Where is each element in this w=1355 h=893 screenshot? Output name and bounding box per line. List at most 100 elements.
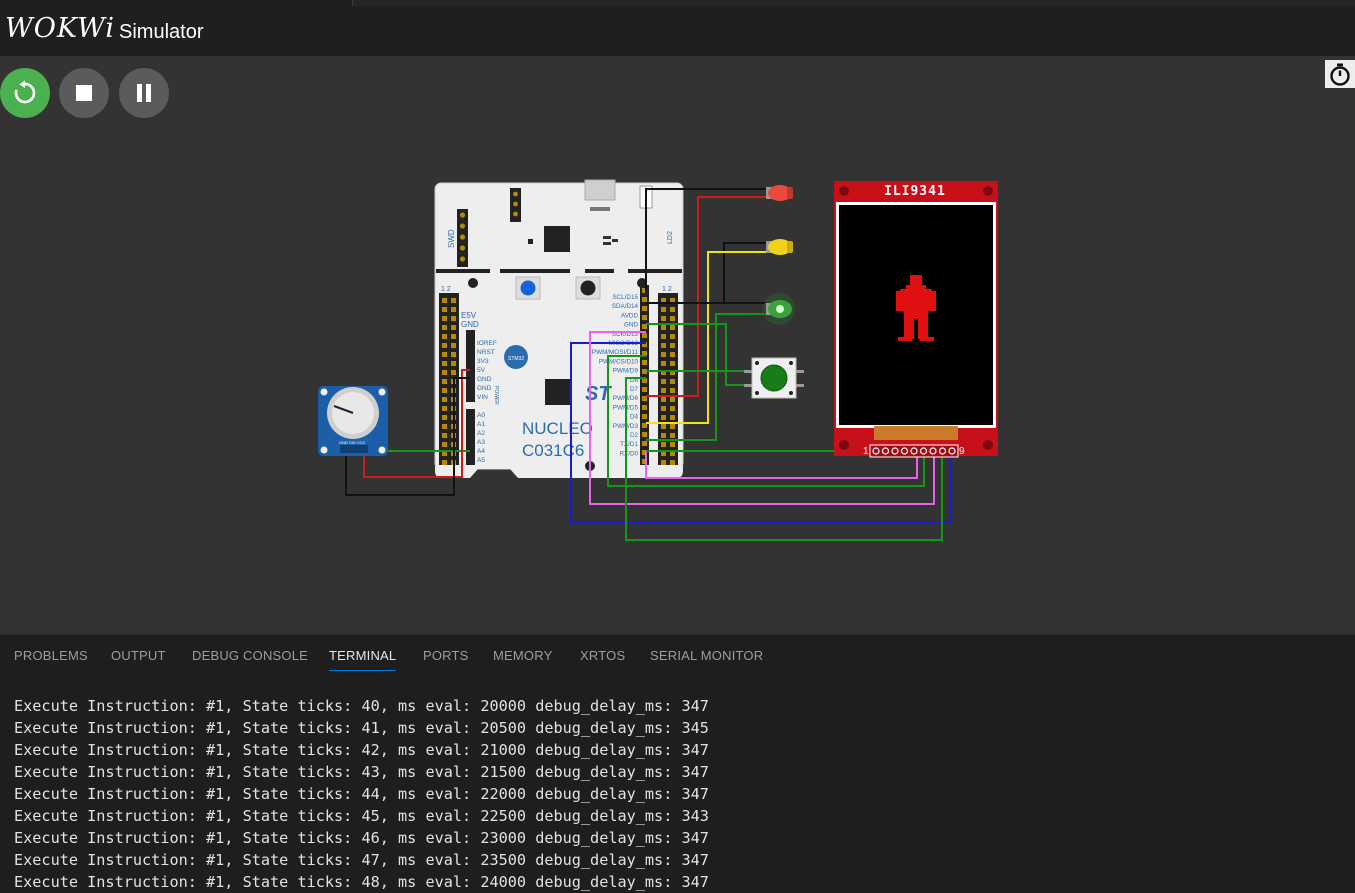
terminal-output[interactable]: Execute Instruction: #1, State ticks: 40… [14,695,709,893]
header-pin[interactable] [442,307,447,312]
header-pin[interactable] [442,406,447,411]
header-pin[interactable] [442,397,447,402]
header-pin[interactable] [661,424,666,429]
header-pin[interactable] [442,433,447,438]
left-header-numbers: 1 2 [441,286,451,293]
header-pin[interactable] [661,307,666,312]
header-pin[interactable] [670,442,675,447]
header-pin[interactable] [661,433,666,438]
terminal-line: Execute Instruction: #1, State ticks: 41… [14,719,709,737]
panel-tabs: PROBLEMS OUTPUT DEBUG CONSOLE TERMINAL P… [0,635,1355,675]
header-pin[interactable] [661,460,666,465]
header-pin[interactable] [670,379,675,384]
ili9341-display[interactable]: ILI9341 1 9 [834,181,998,458]
digital-pin-label: TX/D1 [620,441,638,448]
header-pin[interactable] [451,334,456,339]
tab-memory[interactable]: MEMORY [493,648,552,663]
header-pin[interactable] [442,424,447,429]
header-pin[interactable] [442,352,447,357]
header-pin[interactable] [670,406,675,411]
led-yellow[interactable] [766,239,793,255]
header-pin[interactable] [442,460,447,465]
digital-pin[interactable] [642,414,647,419]
header-pin[interactable] [442,388,447,393]
tab-xrtos[interactable]: XRTOS [580,648,625,663]
power-pin-label: GND [477,385,492,392]
header-pin[interactable] [670,415,675,420]
header-pin[interactable] [670,334,675,339]
header-pin[interactable] [661,343,666,348]
header-pin[interactable] [442,370,447,375]
mcu-chip [545,379,571,405]
pot-pin-labels: GND SIG VCC [339,440,366,445]
pushbutton[interactable] [744,357,804,399]
header-pin[interactable] [442,298,447,303]
digital-pin[interactable] [642,405,647,410]
header-pin[interactable] [661,379,666,384]
tab-serial-monitor[interactable]: SERIAL MONITOR [650,648,763,663]
header-pin[interactable] [661,415,666,420]
digital-pin[interactable] [642,315,647,320]
digital-pin[interactable] [642,333,647,338]
header-pin[interactable] [442,343,447,348]
header-pin[interactable] [670,343,675,348]
digital-pin[interactable] [642,432,647,437]
reset-button[interactable] [575,276,601,300]
display-pin-first: 1 [863,446,869,457]
header-pin[interactable] [670,352,675,357]
digital-pin[interactable] [642,306,647,311]
header-pin[interactable] [661,442,666,447]
header-pin[interactable] [661,325,666,330]
digital-pin[interactable] [642,297,647,302]
header-pin[interactable] [661,406,666,411]
header-pin[interactable] [670,316,675,321]
header-pin[interactable] [451,361,456,366]
header-pin[interactable] [670,397,675,402]
header-pin[interactable] [451,307,456,312]
header-pin[interactable] [451,352,456,357]
swd-header [457,209,468,267]
header-pin[interactable] [451,325,456,330]
digital-pin[interactable] [642,441,647,446]
header-pin[interactable] [670,388,675,393]
header-pin[interactable] [442,415,447,420]
tab-debug-console[interactable]: DEBUG CONSOLE [192,648,308,663]
header-pin[interactable] [442,442,447,447]
display-label: ILI9341 [884,184,946,199]
header-pin[interactable] [442,379,447,384]
power-pin-label: IOREF [477,340,497,347]
header-pin[interactable] [442,325,447,330]
header-pin[interactable] [670,424,675,429]
tab-problems[interactable]: PROBLEMS [14,648,88,663]
led-green[interactable] [763,293,795,325]
header-pin[interactable] [451,343,456,348]
header-pin[interactable] [661,334,666,339]
simulation-canvas[interactable]: SWD LD2 STM32 ST NUCLEO C031C6 1 2 E5V G… [0,56,1355,634]
user-button[interactable] [515,276,541,300]
tab-output[interactable]: OUTPUT [111,648,166,663]
header-pin[interactable] [670,361,675,366]
digital-pin[interactable] [642,387,647,392]
header-pin[interactable] [661,316,666,321]
digital-pin[interactable] [642,360,647,365]
header-pin[interactable] [661,352,666,357]
header-pin[interactable] [670,325,675,330]
tab-ports[interactable]: PORTS [423,648,469,663]
power-pin-label: GND [477,376,492,383]
header-pin[interactable] [670,307,675,312]
potentiometer[interactable]: GND SIG VCC [318,386,388,456]
header-pin[interactable] [451,298,456,303]
digital-pin-label: SCL/D15 [612,294,638,301]
header-pin[interactable] [670,460,675,465]
header-pin[interactable] [661,388,666,393]
header-pin[interactable] [670,433,675,438]
header-pin[interactable] [442,361,447,366]
header-pin[interactable] [442,334,447,339]
header-pin[interactable] [661,361,666,366]
led-red[interactable] [766,185,793,201]
header-pin[interactable] [451,316,456,321]
tab-terminal[interactable]: TERMINAL [329,648,397,671]
header-pin[interactable] [661,397,666,402]
header-pin[interactable] [451,370,456,375]
header-pin[interactable] [442,316,447,321]
